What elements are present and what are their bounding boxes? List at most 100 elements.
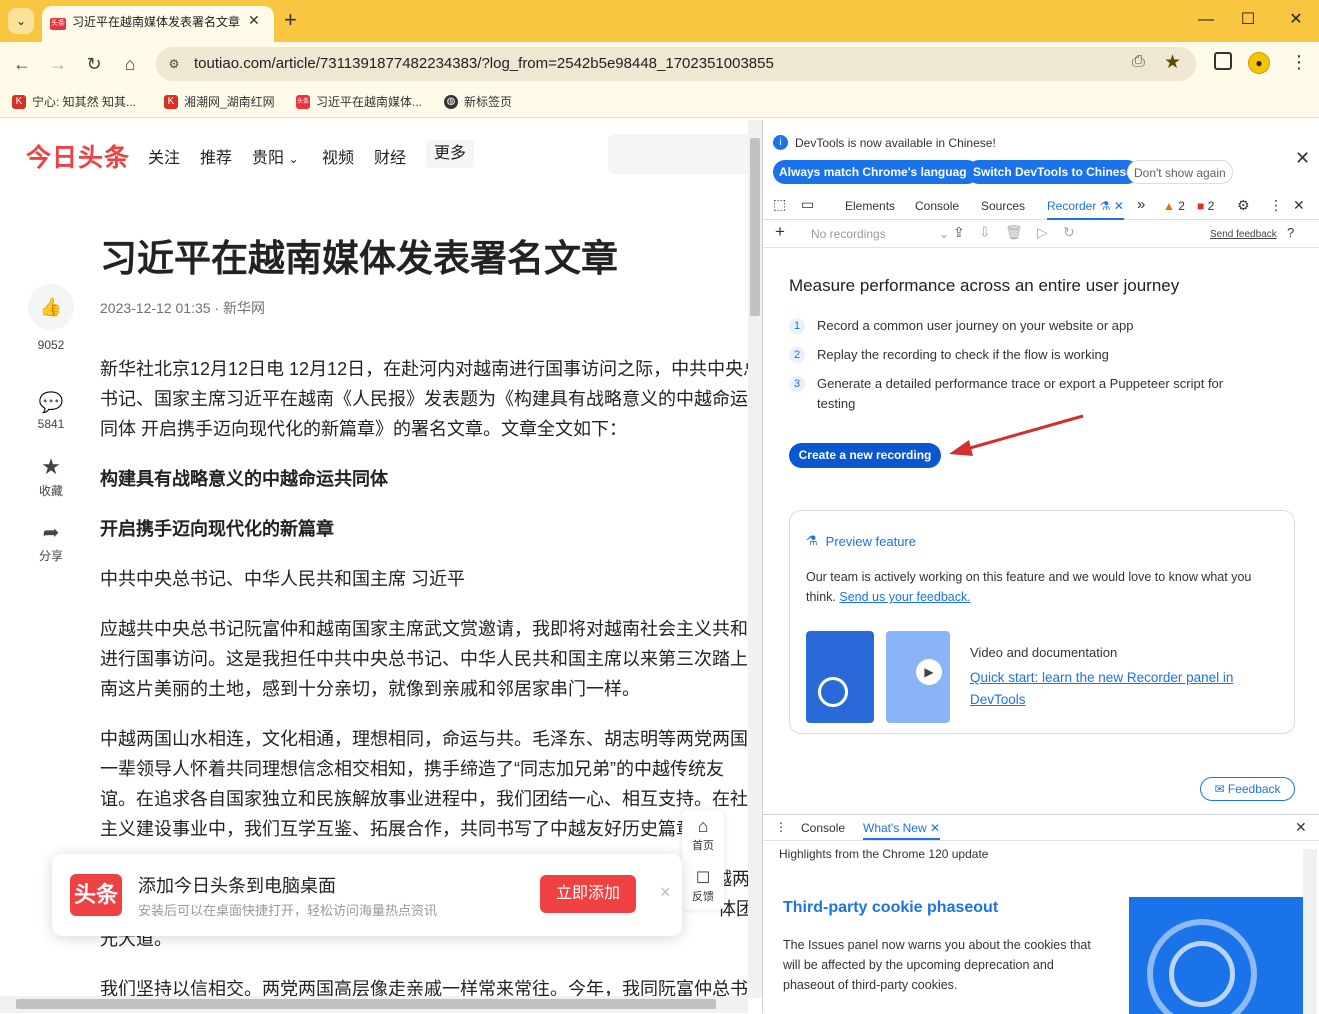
close-window-icon[interactable]: ✕ xyxy=(1286,10,1306,30)
bookmark-item[interactable]: 头条 习近平在越南媒体... xyxy=(296,93,422,110)
replay-settings-icon[interactable]: ↻ xyxy=(1063,224,1075,241)
search-input[interactable] xyxy=(608,134,748,174)
export-icon[interactable]: ⇪ xyxy=(953,224,965,241)
nav-item-video[interactable]: 视频 xyxy=(322,144,354,168)
toutiao-logo[interactable]: 今日头条 xyxy=(26,138,130,174)
bookmark-item[interactable]: K 湘潮网_湖南红网 xyxy=(164,93,275,110)
forward-icon[interactable]: → xyxy=(46,52,70,76)
install-app-icon[interactable]: ⎙ xyxy=(1132,53,1145,71)
comment-icon: 💬 xyxy=(38,392,64,414)
tab-elements[interactable]: Elements xyxy=(845,199,895,213)
bookmark-star-icon[interactable]: ★ xyxy=(1164,51,1181,74)
home-button[interactable]: ⌂ 首页 xyxy=(682,816,724,853)
more-tabs-icon[interactable]: » xyxy=(1137,196,1145,213)
dont-show-again-button[interactable]: Don't show again xyxy=(1127,160,1233,184)
close-icon[interactable]: × xyxy=(660,882,671,903)
help-icon[interactable]: ? xyxy=(1287,225,1294,240)
bookmark-item[interactable]: K 宁心: 知其然 知其... xyxy=(12,93,136,110)
active-tab[interactable]: 头条 习近平在越南媒体发表署名文章 ✕ xyxy=(42,6,274,42)
more-options-icon[interactable]: ⋮ xyxy=(1269,197,1283,214)
inspect-element-icon[interactable]: ⬚ xyxy=(773,196,786,213)
site-info-icon[interactable]: ⚙ xyxy=(164,54,184,74)
tab-recorder[interactable]: Recorder ⚗ ✕ xyxy=(1047,199,1124,220)
like-button[interactable]: 👍 9052 xyxy=(26,284,76,352)
feature-illustration-image xyxy=(1129,897,1304,1014)
nav-item-finance[interactable]: 财经 xyxy=(374,144,406,168)
home-icon[interactable]: ⌂ xyxy=(118,52,142,76)
side-panel-icon[interactable] xyxy=(1214,52,1232,70)
nav-more-button[interactable]: 更多 xyxy=(426,140,474,168)
minimize-icon[interactable]: — xyxy=(1196,10,1216,30)
chevron-down-icon: ⌄ xyxy=(288,152,299,166)
video-thumbnail-image[interactable]: ▶ xyxy=(886,631,950,723)
back-icon[interactable]: ← xyxy=(10,52,34,76)
scrollbar-thumb[interactable] xyxy=(16,999,716,1009)
send-feedback-link[interactable]: Send feedback xyxy=(1210,229,1277,240)
add-recording-icon[interactable]: + xyxy=(775,222,785,242)
close-tab-icon[interactable]: ✕ xyxy=(930,821,940,835)
comment-button[interactable]: 💬 5841 xyxy=(26,390,76,431)
chrome-logo-icon xyxy=(818,677,848,707)
drawer-tab-console[interactable]: Console xyxy=(801,821,845,835)
match-language-button[interactable]: Always match Chrome's language xyxy=(773,160,980,184)
nav-item-recommend[interactable]: 推荐 xyxy=(200,144,232,168)
new-tab-button[interactable]: + xyxy=(284,8,297,32)
scrollbar-thumb[interactable] xyxy=(750,138,760,316)
language-infobar: i DevTools is now available in Chinese! … xyxy=(763,120,1319,190)
tab-search-button[interactable]: ⌄ xyxy=(8,8,34,34)
article-paragraph: 新华社北京12月12日电 12月12日，在赴河内对越南进行国事访问之际，中共中央… xyxy=(100,359,748,379)
close-icon[interactable]: ✕ xyxy=(1295,148,1310,169)
drawer-tab-whats-new[interactable]: What's New ✕ xyxy=(863,821,941,840)
article-paragraph: 南这片美丽的土地，感到十分亲切，就像到亲戚和邻居家串门一样。 xyxy=(100,679,640,699)
drawer-menu-icon[interactable]: ⋮ xyxy=(775,820,787,834)
horizontal-scrollbar[interactable] xyxy=(0,996,748,1013)
toast-subtitle: 安装后可以在桌面快捷打开，轻松访问海量热点资讯 xyxy=(138,903,438,918)
thumb-up-icon: 👍 xyxy=(28,284,74,330)
delete-icon[interactable]: 🗑 xyxy=(1005,224,1023,241)
errors-badge[interactable]: ■ 2 xyxy=(1197,199,1214,213)
address-bar[interactable]: ⚙ toutiao.com/article/731139187748223438… xyxy=(156,47,1196,81)
article-paragraph: 我们坚持以信相交。两党两国高层像走亲戚一样常来常往。今年，我同阮富仲总书 xyxy=(100,979,748,998)
close-devtools-icon[interactable]: ✕ xyxy=(1293,197,1305,214)
create-recording-button[interactable]: Create a new recording xyxy=(789,443,941,468)
feedback-button[interactable]: ☐ 反馈 xyxy=(682,868,724,904)
page-scrollbar[interactable] xyxy=(748,120,762,998)
replay-icon[interactable]: ▷ xyxy=(1037,224,1048,241)
close-drawer-icon[interactable]: ✕ xyxy=(1295,819,1307,836)
more-menu-icon[interactable]: ⋮ xyxy=(1290,52,1308,73)
quick-start-link[interactable]: Quick start: learn the new Recorder pane… xyxy=(970,667,1280,711)
add-now-button[interactable]: 立即添加 xyxy=(540,875,636,913)
article-paragraph: 中共中央总书记、中华人民共和国主席 习近平 xyxy=(100,569,465,589)
collect-button[interactable]: ★ 收藏 xyxy=(26,454,76,499)
share-button[interactable]: ➦ 分享 xyxy=(26,520,76,564)
chevron-down-icon: ⌄ xyxy=(939,227,950,241)
feedback-button[interactable]: ✉ Feedback xyxy=(1200,777,1295,801)
tab-sources[interactable]: Sources xyxy=(981,199,1025,213)
recordings-select[interactable]: No recordings ⌄ xyxy=(811,227,949,241)
home-icon: ⌂ xyxy=(697,816,709,836)
close-tab-icon[interactable]: ✕ xyxy=(248,12,260,29)
switch-to-chinese-button[interactable]: Switch DevTools to Chinese xyxy=(967,160,1139,184)
close-tab-icon[interactable]: ✕ xyxy=(1114,199,1124,213)
settings-gear-icon[interactable]: ⚙ xyxy=(1237,197,1250,214)
nav-item-city[interactable]: 贵阳 ⌄ xyxy=(252,144,299,168)
warning-icon: ▲ xyxy=(1163,199,1175,213)
cookie-phaseout-title[interactable]: Third-party cookie phaseout xyxy=(783,899,998,917)
article-subheading: 构建具有战略意义的中越命运共同体 xyxy=(100,469,388,489)
nav-item-follow[interactable]: 关注 xyxy=(148,144,180,168)
reload-icon[interactable]: ↻ xyxy=(82,52,106,76)
warnings-badge[interactable]: ▲ 2 xyxy=(1163,199,1185,213)
bookmark-item[interactable]: ◍ 新标签页 xyxy=(444,93,512,110)
tab-console[interactable]: Console xyxy=(915,199,959,213)
url-text[interactable]: toutiao.com/article/7311391877482234383/… xyxy=(194,55,774,73)
video-doc-title: Video and documentation xyxy=(970,645,1118,660)
chevron-down-icon: ⌄ xyxy=(15,14,27,28)
device-toolbar-icon[interactable]: ▭ xyxy=(801,196,814,213)
import-icon[interactable]: ⇩ xyxy=(979,224,991,241)
red-arrow-annotation xyxy=(949,414,1084,456)
drawer-scrollbar[interactable] xyxy=(1303,849,1317,1014)
send-feedback-link[interactable]: Send us your feedback. xyxy=(839,590,970,604)
maximize-icon[interactable]: ☐ xyxy=(1238,10,1258,30)
profile-avatar[interactable]: ● xyxy=(1248,52,1270,74)
article-paragraph: 同体 开启携手迈向现代化的新篇章》的署名文章。文章全文如下： xyxy=(100,419,627,439)
